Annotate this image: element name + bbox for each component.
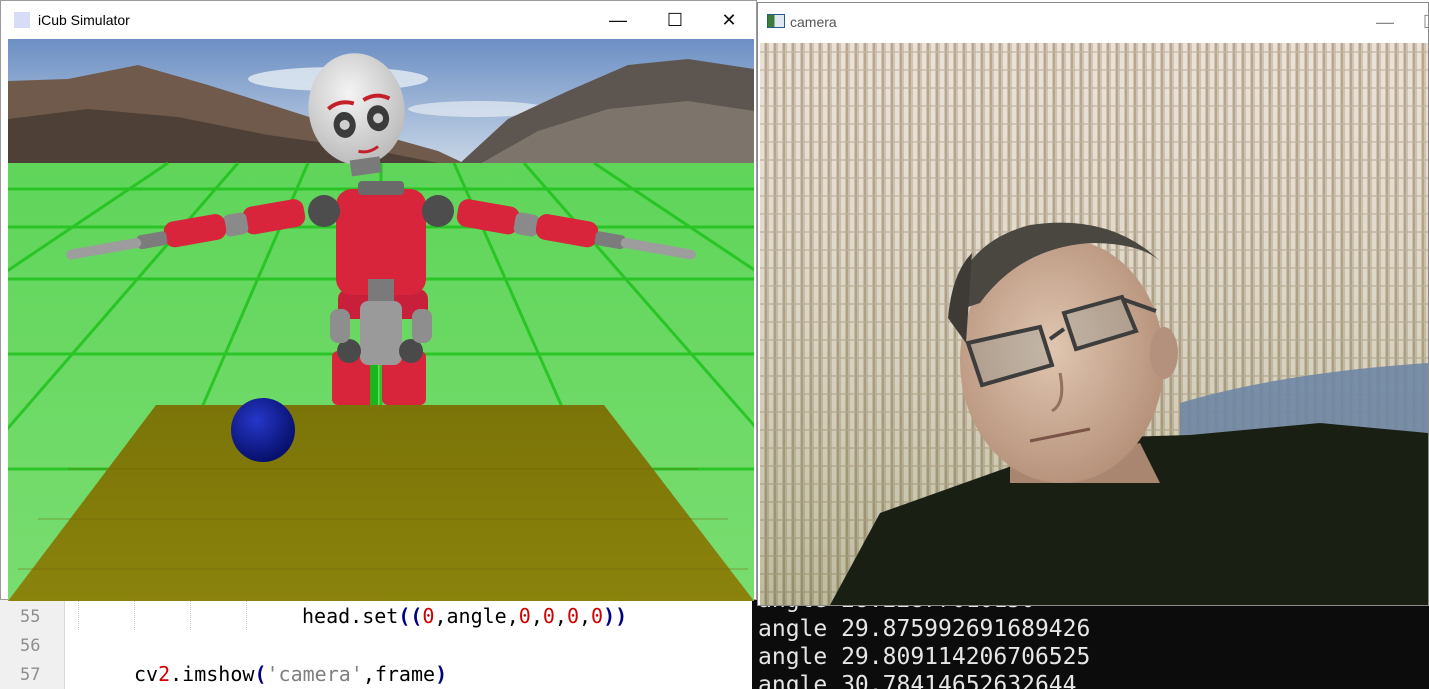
code-line-55[interactable]: head.set((0,angle,0,0,0,0)) [302,604,627,628]
line-number: 57 [20,665,41,685]
terminal-line: angle 29.809114206706525 [758,644,1091,670]
terminal-line: angle 29.875992691689426 [758,616,1091,642]
code-line-57[interactable]: cv2.imshow('camera',frame) [134,662,447,686]
camera-minimize-button[interactable]: — [1362,3,1408,41]
maximize-icon: ☐ [666,9,684,30]
maximize-button[interactable]: ☐ [652,1,698,39]
camera-titlebar[interactable]: camera — ☐ [758,3,1428,41]
close-icon: ✕ [721,9,737,30]
app-icon [14,12,30,28]
camera-window-title: camera [790,14,837,30]
minimize-button[interactable]: — [595,1,641,39]
camera-window[interactable]: camera — ☐ [757,2,1429,606]
camera-maximize-button[interactable]: ☐ [1408,3,1428,41]
icub-titlebar[interactable]: iCub Simulator — ☐ ✕ [1,1,756,39]
close-button[interactable]: ✕ [706,1,752,39]
blue-ball [231,398,295,462]
line-number: 55 [20,607,41,627]
simulation-viewport[interactable] [8,39,754,601]
icub-simulator-window[interactable]: iCub Simulator — ☐ ✕ [0,0,757,601]
code-editor[interactable]: 55 56 57 head.set((0,angle,0,0,0,0)) cv2… [0,600,752,689]
terminal-line: angle 30.78414652632644 [758,672,1077,689]
camera-app-icon [767,14,785,28]
maximize-icon: ☐ [1423,12,1428,33]
camera-frame [760,43,1428,605]
line-number: 56 [20,636,41,656]
terminal-output[interactable]: angle 28.22877010150 angle 29.8759926916… [752,600,1429,689]
window-title: iCub Simulator [38,12,130,28]
minimize-icon: — [609,9,627,30]
minimize-icon: — [1376,11,1394,32]
